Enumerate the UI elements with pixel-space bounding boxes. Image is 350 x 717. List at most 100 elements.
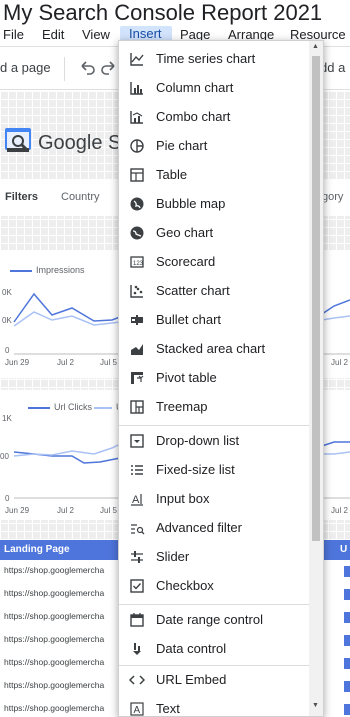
redo-icon[interactable]: [100, 57, 118, 79]
menu-item-label: URL Embed: [156, 672, 227, 687]
menu-item-label: Slider: [156, 549, 190, 564]
insert-data-control[interactable]: Data control: [119, 634, 309, 663]
insert-bullet-chart[interactable]: Bullet chart: [119, 305, 309, 334]
insert-bubble-map[interactable]: Bubble map: [119, 189, 309, 218]
svg-text:A: A: [132, 494, 140, 506]
column-chart-icon: [130, 82, 143, 95]
fixed-list-icon: [131, 465, 143, 475]
table-cell: https://shop.googlemercha: [4, 657, 105, 667]
chart2-legend-a: Url Clicks: [28, 402, 92, 412]
table-bar: [344, 589, 350, 600]
time-series-icon: [130, 53, 144, 66]
menu-item-label: Stacked area chart: [156, 341, 266, 356]
svg-text:123: 123: [133, 261, 144, 267]
legend-url-clicks: Url Clicks: [54, 402, 92, 412]
scroll-down-icon[interactable]: ▼: [312, 702, 319, 709]
x-tick: Jul 2: [57, 358, 74, 367]
insert-text[interactable]: A Text: [119, 694, 309, 716]
x-tick: Jul 2: [331, 506, 348, 515]
report-title-bar[interactable]: My Search Console Report 2021: [3, 0, 322, 26]
insert-date-range-control[interactable]: Date range control: [119, 605, 309, 634]
country-filter[interactable]: Country: [61, 191, 100, 203]
menu-item-label: Bubble map: [156, 196, 226, 211]
scroll-thumb[interactable]: [312, 56, 320, 541]
insert-combo-chart[interactable]: Combo chart: [119, 102, 309, 131]
menu-item-label: Scorecard: [156, 254, 216, 269]
insert-time-series-chart[interactable]: Time series chart: [119, 44, 309, 73]
insert-pie-chart[interactable]: Pie chart: [119, 131, 309, 160]
insert-input-box[interactable]: A Input box: [119, 484, 309, 513]
stacked-area-icon: [131, 344, 143, 355]
x-tick: Jul 2: [331, 358, 348, 367]
filters-label: Filters: [5, 191, 39, 203]
menu-item-label: Fixed-size list: [156, 462, 235, 477]
insert-pivot-table[interactable]: Pivot table: [119, 363, 309, 392]
slider-icon: [131, 551, 143, 563]
menu-scrollbar[interactable]: ▲ ▼: [309, 41, 323, 716]
insert-dropdown-list[interactable]: Drop-down list: [119, 426, 309, 455]
insert-url-embed[interactable]: URL Embed: [119, 665, 309, 694]
menu-item-label: Text: [156, 701, 180, 716]
pivot-table-icon: [131, 372, 144, 384]
svg-text:A: A: [134, 705, 141, 716]
insert-checkbox[interactable]: Checkbox: [119, 571, 309, 600]
menu-item-label: Geo chart: [156, 225, 214, 240]
chart1-legend: Impressions: [10, 265, 85, 275]
pie-chart-icon: [130, 139, 144, 153]
insert-advanced-filter[interactable]: Advanced filter: [119, 513, 309, 542]
table-cell: https://shop.googlemercha: [4, 634, 105, 644]
table-bar: [344, 612, 350, 623]
toolbar-divider: [64, 57, 65, 81]
insert-table[interactable]: Table: [119, 160, 309, 189]
table-bar: [344, 566, 350, 577]
table-bar: [344, 704, 350, 715]
x-tick: Jul 5: [100, 506, 117, 515]
url-embed-icon: [129, 675, 145, 685]
undo-icon[interactable]: [78, 57, 96, 79]
insert-scorecard[interactable]: 123 Scorecard: [119, 247, 309, 276]
insert-slider[interactable]: Slider: [119, 542, 309, 571]
table-icon: [130, 168, 144, 182]
table-cell: https://shop.googlemercha: [4, 588, 105, 598]
combo-chart-icon: [130, 111, 143, 124]
menu-file[interactable]: File: [3, 27, 24, 42]
menu-item-label: Input box: [156, 491, 210, 506]
legend-impressions: Impressions: [36, 265, 85, 275]
menu-item-label: Advanced filter: [156, 520, 242, 535]
add-page-button[interactable]: d a page: [0, 60, 51, 75]
insert-column-chart[interactable]: Column chart: [119, 73, 309, 102]
menu-item-label: Pie chart: [156, 138, 208, 153]
scroll-up-icon[interactable]: ▲: [312, 43, 319, 50]
menu-view[interactable]: View: [82, 27, 110, 42]
menu-edit[interactable]: Edit: [42, 27, 64, 42]
menu-item-label: Combo chart: [156, 109, 231, 124]
input-box-icon: A: [131, 494, 143, 506]
text-icon: A: [130, 702, 144, 716]
x-tick: Jun 29: [5, 506, 30, 515]
legend-swatch: [94, 406, 112, 409]
url-column-header[interactable]: U: [340, 544, 347, 555]
menu-item-label: Scatter chart: [156, 283, 230, 298]
menu-item-label: Pivot table: [156, 370, 217, 385]
insert-treemap[interactable]: Treemap: [119, 392, 309, 421]
menu-item-label: Table: [156, 167, 188, 182]
advanced-filter-icon: [131, 524, 145, 535]
menu-item-label: Data control: [156, 641, 227, 656]
menu-item-label: Treemap: [156, 399, 208, 414]
landing-page-header[interactable]: Landing Page: [4, 544, 70, 555]
insert-scatter-chart[interactable]: Scatter chart: [119, 276, 309, 305]
category-filter[interactable]: gory: [322, 191, 343, 203]
x-tick: Jul 2: [57, 506, 74, 515]
dropdown-list-icon: [130, 434, 144, 448]
bullet-chart-icon: [131, 315, 143, 325]
bubble-map-icon: [130, 197, 144, 211]
insert-stacked-area-chart[interactable]: Stacked area chart: [119, 334, 309, 363]
insert-geo-chart[interactable]: Geo chart: [119, 218, 309, 247]
data-control-icon: [133, 643, 141, 655]
table-bar: [344, 681, 350, 692]
table-bar: [344, 658, 350, 669]
table-cell: https://shop.googlemercha: [4, 680, 105, 690]
legend-swatch: [10, 269, 32, 272]
menu-item-label: Bullet chart: [156, 312, 222, 327]
insert-fixed-size-list[interactable]: Fixed-size list: [119, 455, 309, 484]
